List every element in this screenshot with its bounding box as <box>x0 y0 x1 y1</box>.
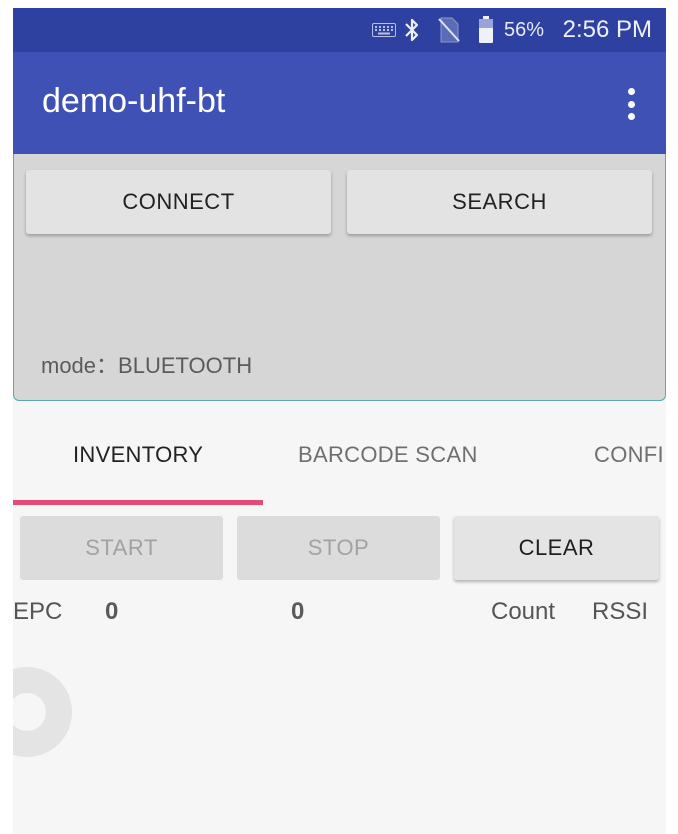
tab-inventory[interactable]: INVENTORY <box>73 442 203 468</box>
tab-config[interactable]: CONFI <box>594 442 664 468</box>
bluetooth-icon <box>404 8 420 52</box>
status-bar: 56% 2:56 PM <box>13 8 666 52</box>
battery-percent: 56% <box>503 18 544 41</box>
count-header: Count <box>491 598 556 625</box>
clock: 2:56 PM <box>562 16 652 43</box>
tag-count-value: 0 <box>105 598 119 625</box>
tab-barcode-scan[interactable]: BARCODE SCAN <box>298 442 478 468</box>
mode-label: mode：BLUETOOTH <box>41 353 253 378</box>
more-vert-icon[interactable] <box>626 88 636 120</box>
read-count-value: 0 <box>291 598 305 625</box>
connect-button[interactable]: CONNECT <box>26 170 331 234</box>
loading-spinner-icon <box>13 665 74 759</box>
no-sim-icon <box>438 8 460 52</box>
tab-bar: INVENTORY BARCODE SCAN CONFI <box>13 418 666 508</box>
phone-screen: 56% 2:56 PM demo-uhf-bt CONNECT SEARCH m… <box>13 8 666 834</box>
search-button[interactable]: SEARCH <box>347 170 652 234</box>
start-button[interactable]: START <box>20 516 223 580</box>
rssi-header: RSSI <box>592 598 649 625</box>
tab-indicator <box>13 500 263 505</box>
battery-icon <box>478 8 494 52</box>
stop-button[interactable]: STOP <box>237 516 440 580</box>
epc-header: EPC <box>13 598 63 625</box>
app-bar: demo-uhf-bt <box>13 52 666 154</box>
keyboard-icon <box>372 8 396 52</box>
connect-panel: CONNECT SEARCH mode：BLUETOOTH <box>13 154 666 401</box>
app-title: demo-uhf-bt <box>42 82 226 120</box>
clear-button[interactable]: CLEAR <box>454 516 659 580</box>
